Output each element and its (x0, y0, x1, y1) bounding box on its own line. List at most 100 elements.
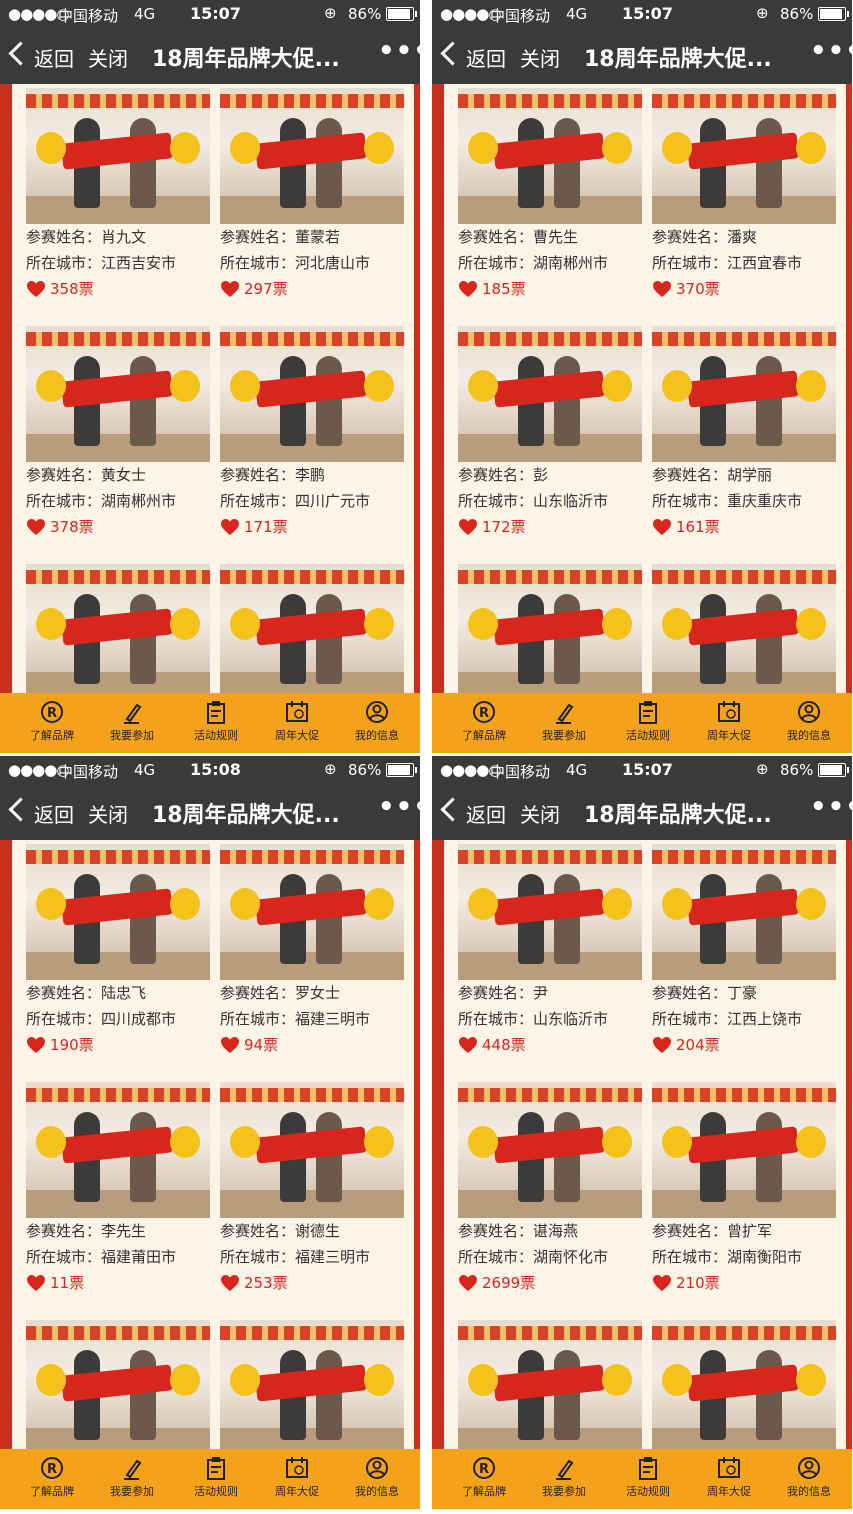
tab-0[interactable]: R 了解品牌 (12, 699, 92, 743)
vote-count[interactable]: 171 票 (220, 514, 404, 540)
tab-4[interactable]: 我的信息 (769, 699, 849, 743)
contestant-card[interactable]: 参赛姓名：谢德生 所在城市：福建三明市 253 票 (220, 1082, 404, 1296)
contestant-photo[interactable] (26, 1320, 210, 1449)
contestant-card[interactable]: 参赛姓名：曹先生 所在城市：湖南郴州市 185 票 (458, 88, 642, 302)
vote-count[interactable]: 161 票 (652, 514, 836, 540)
contestant-card[interactable]: 参赛姓名：丁豪 所在城市：江西上饶市 204 票 (652, 844, 836, 1058)
vote-count[interactable]: 185 票 (458, 276, 642, 302)
tab-4[interactable]: 我的信息 (337, 1455, 417, 1499)
more-menu-button[interactable]: ••• (378, 36, 420, 66)
contestant-photo[interactable] (220, 1320, 404, 1449)
vote-count[interactable]: 297 票 (220, 276, 404, 302)
tab-2[interactable]: 活动规则 (608, 699, 688, 743)
contestant-photo[interactable] (220, 1082, 404, 1218)
vote-count[interactable]: 94 票 (220, 1032, 404, 1058)
contestant-photo[interactable] (26, 88, 210, 224)
close-button[interactable]: 关闭 (88, 799, 128, 828)
contestant-card[interactable]: 参赛姓名：潘爽 所在城市：江西宜春市 370 票 (652, 88, 836, 302)
contestant-photo[interactable] (652, 326, 836, 462)
back-button[interactable]: 返回 (466, 43, 506, 72)
contestant-card[interactable] (458, 1320, 642, 1449)
contestant-list[interactable]: 参赛姓名：陆忠飞 所在城市：四川成都市 190 票参赛姓名：罗女士 所在城市：福建三明市… (0, 840, 420, 1449)
contestant-card[interactable]: 参赛姓名：曾扩军 所在城市：湖南衡阳市 210 票 (652, 1082, 836, 1296)
contestant-card[interactable] (652, 564, 836, 693)
tab-2[interactable]: 活动规则 (176, 1455, 256, 1499)
contestant-photo[interactable] (652, 1082, 836, 1218)
contestant-card[interactable]: 参赛姓名：董蒙若 所在城市：河北唐山市 297 票 (220, 88, 404, 302)
contestant-photo[interactable] (652, 88, 836, 224)
contestant-photo[interactable] (220, 88, 404, 224)
contestant-photo[interactable] (458, 326, 642, 462)
tab-4[interactable]: 我的信息 (337, 699, 417, 743)
tab-3[interactable]: 周年大促 (257, 1455, 337, 1499)
contestant-card[interactable] (220, 564, 404, 693)
tab-4[interactable]: 我的信息 (769, 1455, 849, 1499)
contestant-photo[interactable] (26, 326, 210, 462)
vote-count[interactable]: 370 票 (652, 276, 836, 302)
vote-count[interactable]: 448 票 (458, 1032, 642, 1058)
tab-1[interactable]: 我要参加 (524, 699, 604, 743)
tab-1[interactable]: 我要参加 (92, 1455, 172, 1499)
contestant-card[interactable]: 参赛姓名：李先生 所在城市：福建莆田市 11 票 (26, 1082, 210, 1296)
vote-count[interactable]: 378 票 (26, 514, 210, 540)
contestant-photo[interactable] (26, 1082, 210, 1218)
contestant-photo[interactable] (458, 844, 642, 980)
vote-count[interactable]: 172 票 (458, 514, 642, 540)
contestant-card[interactable] (652, 1320, 836, 1449)
contestant-photo[interactable] (652, 564, 836, 693)
more-menu-button[interactable]: ••• (810, 36, 852, 66)
contestant-card[interactable] (220, 1320, 404, 1449)
close-button[interactable]: 关闭 (520, 43, 560, 72)
back-button[interactable]: 返回 (34, 43, 74, 72)
tab-1[interactable]: 我要参加 (524, 1455, 604, 1499)
tab-2[interactable]: 活动规则 (608, 1455, 688, 1499)
chevron-left-icon[interactable] (440, 797, 465, 822)
vote-count[interactable]: 253 票 (220, 1270, 404, 1296)
vote-count[interactable]: 358 票 (26, 276, 210, 302)
contestant-card[interactable] (26, 564, 210, 693)
chevron-left-icon[interactable] (8, 797, 33, 822)
tab-3[interactable]: 周年大促 (689, 699, 769, 743)
vote-count[interactable]: 11 票 (26, 1270, 210, 1296)
contestant-card[interactable]: 参赛姓名：黄女士 所在城市：湖南郴州市 378 票 (26, 326, 210, 540)
close-button[interactable]: 关闭 (88, 43, 128, 72)
tab-2[interactable]: 活动规则 (176, 699, 256, 743)
contestant-card[interactable]: 参赛姓名：李鹏 所在城市：四川广元市 171 票 (220, 326, 404, 540)
contestant-photo[interactable] (26, 844, 210, 980)
contestant-photo[interactable] (220, 326, 404, 462)
contestant-photo[interactable] (458, 564, 642, 693)
contestant-card[interactable]: 参赛姓名：肖九文 所在城市：江西吉安市 358 票 (26, 88, 210, 302)
back-button[interactable]: 返回 (34, 799, 74, 828)
contestant-card[interactable]: 参赛姓名：尹 所在城市：山东临沂市 448 票 (458, 844, 642, 1058)
contestant-card[interactable]: 参赛姓名：谌海燕 所在城市：湖南怀化市 2699 票 (458, 1082, 642, 1296)
more-menu-button[interactable]: ••• (810, 792, 852, 822)
tab-0[interactable]: R 了解品牌 (12, 1455, 92, 1499)
contestant-photo[interactable] (652, 844, 836, 980)
contestant-photo[interactable] (26, 564, 210, 693)
contestant-card[interactable]: 参赛姓名：胡学丽 所在城市：重庆重庆市 161 票 (652, 326, 836, 540)
contestant-photo[interactable] (652, 1320, 836, 1449)
vote-count[interactable]: 204 票 (652, 1032, 836, 1058)
contestant-photo[interactable] (458, 88, 642, 224)
contestant-photo[interactable] (220, 564, 404, 693)
contestant-card[interactable]: 参赛姓名：陆忠飞 所在城市：四川成都市 190 票 (26, 844, 210, 1058)
tab-3[interactable]: 周年大促 (257, 699, 337, 743)
tab-3[interactable]: 周年大促 (689, 1455, 769, 1499)
back-button[interactable]: 返回 (466, 799, 506, 828)
tab-0[interactable]: R 了解品牌 (444, 699, 524, 743)
more-menu-button[interactable]: ••• (378, 792, 420, 822)
contestant-list[interactable]: 参赛姓名：尹 所在城市：山东临沂市 448 票参赛姓名：丁豪 所在城市：江西上饶市 204… (432, 840, 852, 1449)
chevron-left-icon[interactable] (8, 41, 33, 66)
contestant-photo[interactable] (458, 1082, 642, 1218)
tab-1[interactable]: 我要参加 (92, 699, 172, 743)
chevron-left-icon[interactable] (440, 41, 465, 66)
contestant-card[interactable] (26, 1320, 210, 1449)
contestant-card[interactable] (458, 564, 642, 693)
tab-0[interactable]: R 了解品牌 (444, 1455, 524, 1499)
contestant-card[interactable]: 参赛姓名：罗女士 所在城市：福建三明市 94 票 (220, 844, 404, 1058)
contestant-list[interactable]: 参赛姓名：肖九文 所在城市：江西吉安市 358 票参赛姓名：董蒙若 所在城市：河北唐山市… (0, 84, 420, 693)
vote-count[interactable]: 2699 票 (458, 1270, 642, 1296)
close-button[interactable]: 关闭 (520, 799, 560, 828)
vote-count[interactable]: 190 票 (26, 1032, 210, 1058)
contestant-list[interactable]: 参赛姓名：曹先生 所在城市：湖南郴州市 185 票参赛姓名：潘爽 所在城市：江西宜春市 3… (432, 84, 852, 693)
